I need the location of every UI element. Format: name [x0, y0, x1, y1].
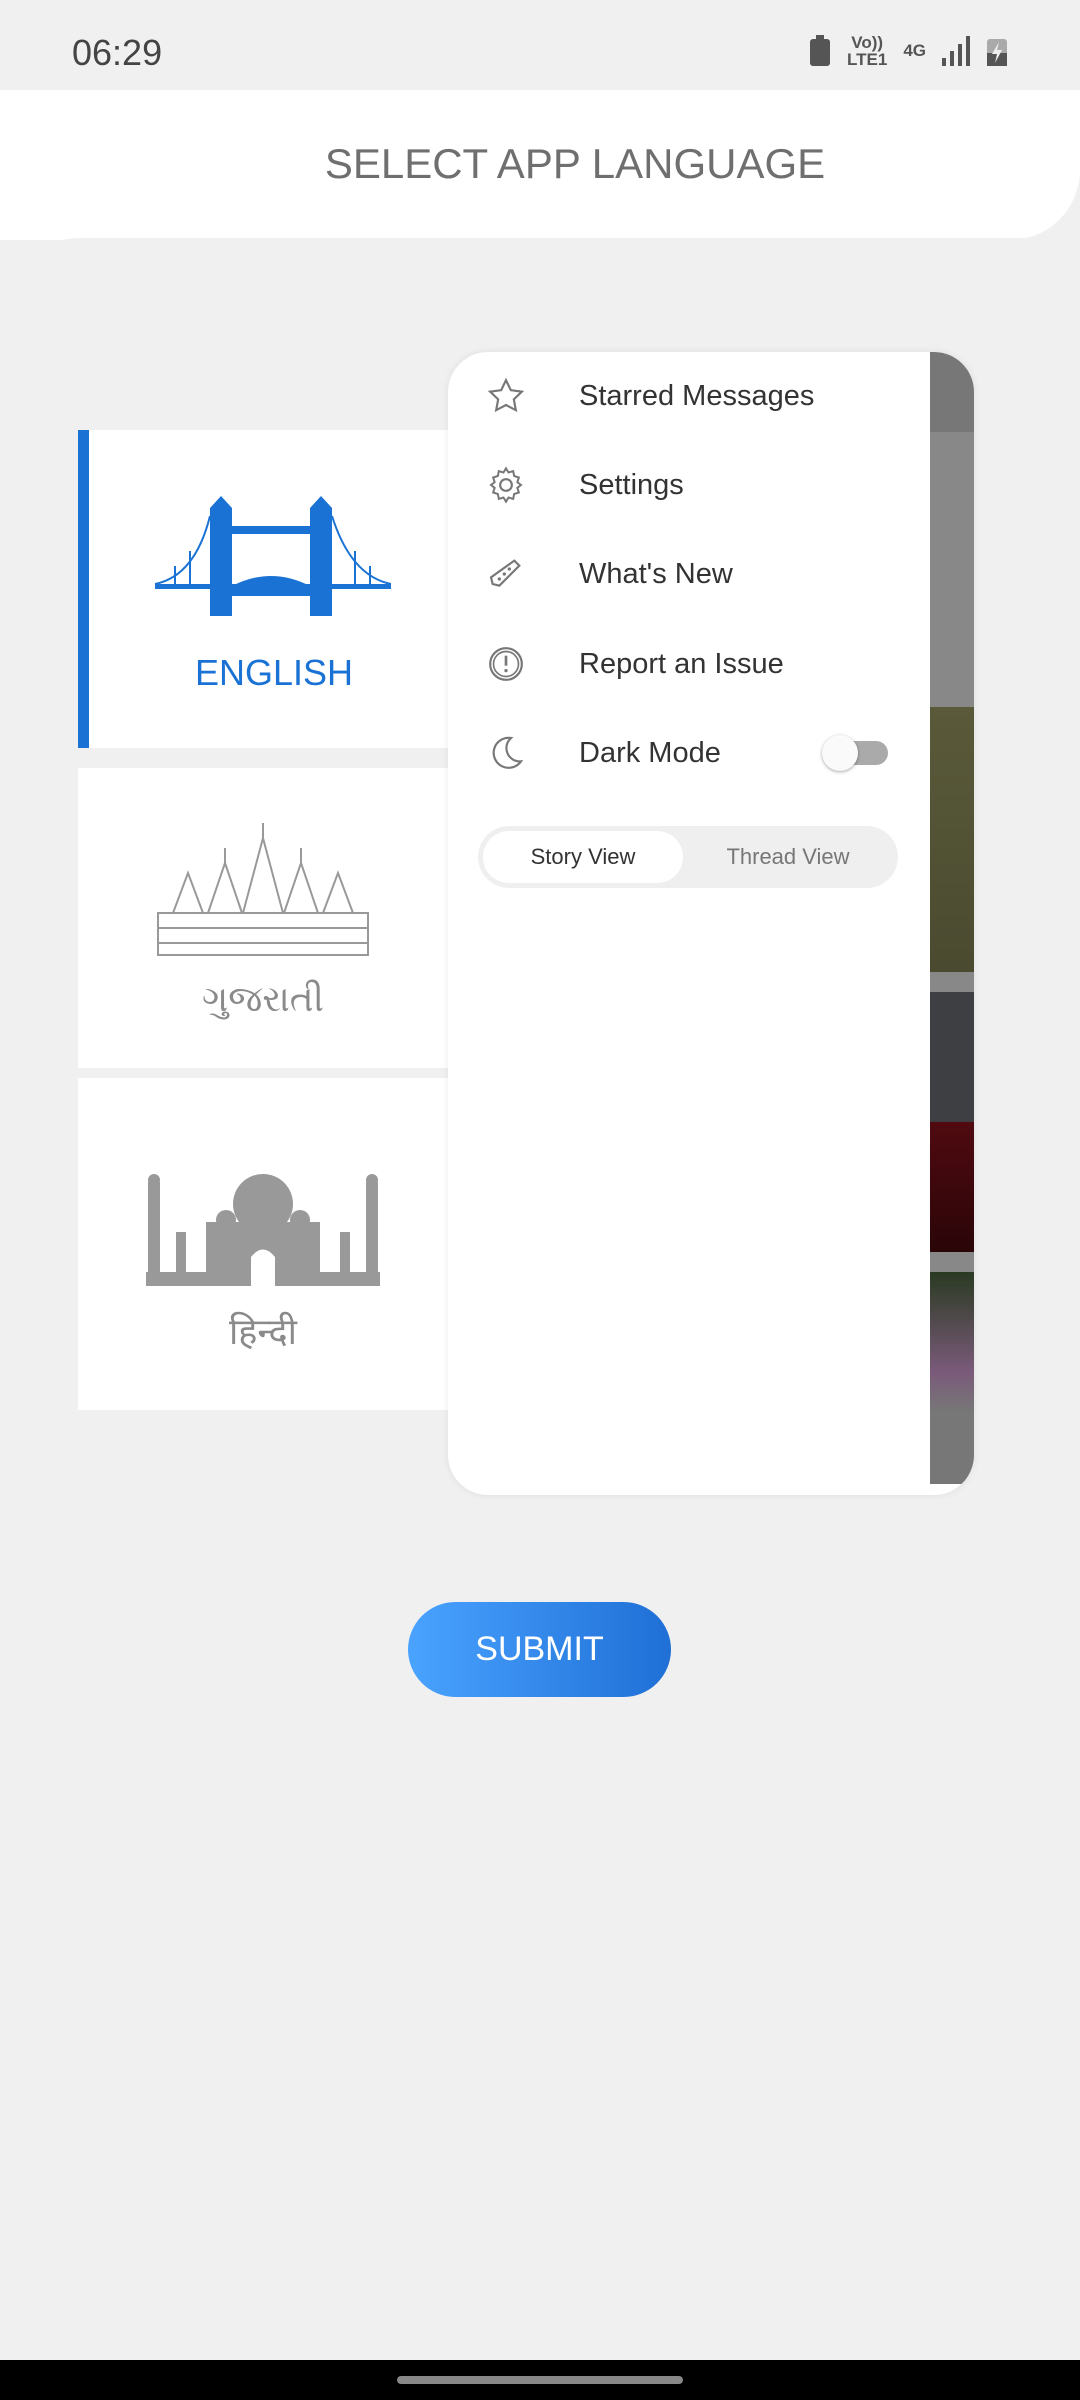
- taj-mahal-icon: [146, 1174, 380, 1286]
- tag-icon: [489, 559, 521, 587]
- menu-item-label: Report an Issue: [579, 647, 784, 680]
- language-label: ENGLISH: [194, 652, 354, 693]
- volte-indicator: Vo)) LTE1: [847, 33, 888, 69]
- menu-item-label: Settings: [579, 468, 684, 501]
- menu-item-label: What's New: [579, 557, 733, 590]
- menu-item-settings[interactable]: Settings: [448, 445, 918, 525]
- page-title: SELECT APP LANGUAGE: [324, 140, 826, 187]
- tower-bridge-icon: [155, 496, 391, 616]
- network-type: 4G: [903, 41, 926, 60]
- navigation-bar: [0, 2360, 1080, 2400]
- status-icons: Vo)) LTE1 4G: [809, 34, 1008, 68]
- menu-item-report-issue[interactable]: Report an Issue: [448, 624, 918, 704]
- menu-item-label: Dark Mode: [579, 736, 721, 769]
- temple-icon: [157, 823, 369, 956]
- star-icon: [487, 377, 525, 413]
- menu-item-whats-new[interactable]: What's New: [448, 534, 918, 614]
- story-view-option[interactable]: Story View: [483, 831, 683, 883]
- signal-icon: [942, 36, 970, 66]
- battery-charging-icon: [987, 39, 1007, 66]
- clock: 06:29: [72, 32, 163, 73]
- dark-mode-toggle[interactable]: [822, 735, 888, 771]
- navigation-drawer: Starred Messages Settings What's New Rep…: [448, 352, 974, 1495]
- home-gesture-handle[interactable]: [397, 2376, 683, 2384]
- status-bar: 06:29 Vo)) LTE1 4G: [0, 0, 1080, 90]
- header: SELECT APP LANGUAGE: [0, 90, 1080, 240]
- language-card-gujarati[interactable]: ગુજરાતી: [78, 768, 498, 1068]
- submit-button[interactable]: SUBMIT: [408, 1602, 671, 1697]
- menu-item-label: Starred Messages: [579, 379, 815, 412]
- language-card-hindi[interactable]: हिन्दी: [78, 1078, 498, 1410]
- moon-icon: [492, 736, 524, 769]
- background-content-peek: [930, 352, 974, 1484]
- menu-item-starred-messages[interactable]: Starred Messages: [448, 356, 918, 436]
- language-label: ગુજરાતી: [202, 978, 324, 1019]
- alert-circle-icon: [489, 647, 523, 681]
- thread-view-option[interactable]: Thread View: [688, 831, 888, 883]
- menu-item-dark-mode: Dark Mode: [448, 713, 918, 793]
- view-mode-toggle: Story View Thread View: [478, 826, 898, 888]
- battery-saver-icon: [810, 35, 830, 66]
- language-card-english[interactable]: ENGLISH: [78, 430, 498, 748]
- gear-icon: [489, 466, 523, 504]
- language-label: हिन्दी: [228, 1311, 297, 1352]
- toggle-knob: [822, 735, 858, 771]
